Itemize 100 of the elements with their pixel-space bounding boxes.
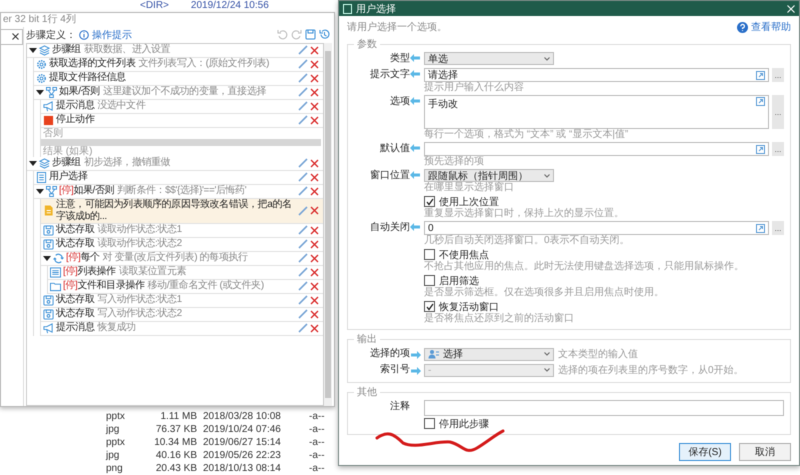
pencil-icon[interactable]: [298, 323, 308, 334]
scrollbar[interactable]: [324, 42, 332, 406]
delete-icon[interactable]: [310, 74, 319, 83]
pencil-icon[interactable]: [298, 172, 308, 182]
step-row[interactable]: 提示消息 恢复成功: [41, 322, 323, 336]
expand-arrow-icon[interactable]: [29, 46, 37, 54]
pencil-icon[interactable]: [298, 309, 308, 320]
checkbox[interactable]: [424, 301, 435, 312]
expand-icon[interactable]: [756, 224, 765, 232]
pencil-icon[interactable]: [298, 158, 308, 168]
delete-icon[interactable]: [310, 282, 319, 291]
dropdown[interactable]: 选择: [424, 348, 554, 360]
expand-icon[interactable]: [756, 97, 765, 106]
checkbox[interactable]: [424, 275, 435, 286]
arrow-left-icon: [410, 144, 421, 152]
pencil-icon[interactable]: [298, 267, 308, 278]
expand-arrow-icon[interactable]: [36, 187, 44, 196]
delete-icon[interactable]: [310, 88, 319, 97]
pencil-icon[interactable]: [298, 281, 308, 292]
step-row[interactable]: [停]列表操作 读取某位置元素: [48, 266, 323, 280]
step-title: 获取选择的文件列表: [49, 58, 136, 70]
step-row[interactable]: [停]如果/否则 判断条件：$$'{选择}'=='后悔药': [34, 184, 323, 199]
browse-button[interactable]: ...: [772, 68, 784, 82]
step-row[interactable]: 状态存取 读取动作状态:状态1: [41, 224, 323, 238]
delete-icon[interactable]: [310, 60, 319, 69]
expand-arrow-icon[interactable]: [43, 254, 51, 262]
step-row[interactable]: [停]文件和目录操作 移动/重命名文件 (或文件夹): [48, 280, 323, 294]
checkbox[interactable]: [424, 196, 435, 207]
delete-icon[interactable]: [310, 46, 319, 55]
pencil-icon[interactable]: [298, 253, 308, 264]
file-attributes: -a--: [309, 436, 326, 449]
pencil-icon[interactable]: [298, 115, 308, 126]
expand-arrow-icon[interactable]: [29, 159, 37, 168]
document-icon: [43, 205, 54, 216]
pencil-icon[interactable]: [298, 101, 308, 112]
delete-icon[interactable]: [310, 116, 319, 125]
pencil-icon[interactable]: [298, 73, 308, 84]
delete-icon[interactable]: [310, 172, 319, 182]
delete-icon[interactable]: [310, 268, 319, 277]
step-row[interactable]: 用户选择: [34, 170, 323, 185]
delete-icon[interactable]: [310, 296, 319, 305]
step-row[interactable]: 步骤组 获取数据、进入设置: [27, 44, 323, 58]
delete-icon[interactable]: [310, 324, 319, 333]
text-area[interactable]: 手动改: [424, 95, 769, 129]
expand-icon[interactable]: [756, 70, 765, 80]
step-row[interactable]: 步骤组 初步选择，撤销重做: [27, 156, 323, 171]
delete-icon[interactable]: [310, 310, 319, 319]
hint-link[interactable]: 操作提示: [92, 28, 132, 42]
input-field[interactable]: [424, 142, 769, 156]
step-row[interactable]: [停]每个 对 变量(改后文件列表) 的每项执行: [41, 252, 323, 266]
dialog-button[interactable]: 取消: [739, 443, 791, 461]
dropdown[interactable]: 单选: [424, 52, 554, 65]
step-row[interactable]: 提示消息 没选中文件: [41, 100, 323, 114]
close-icon[interactable]: [787, 4, 795, 12]
expand-arrow-icon[interactable]: [36, 88, 44, 96]
note-row[interactable]: 注意，可能因为列表顺序的原因导致改名错误，把a的名字该成b的...: [41, 198, 323, 224]
clear-icon[interactable]: [12, 33, 19, 40]
comment-field[interactable]: [424, 400, 784, 416]
pencil-icon[interactable]: [298, 225, 308, 236]
dropdown[interactable]: 跟随鼠标（指针周围）: [424, 169, 554, 182]
delete-icon[interactable]: [310, 186, 319, 196]
search-field[interactable]: [1, 28, 23, 45]
step-row[interactable]: 获取选择的文件列表 文件列表写入：(原始文件列表): [34, 58, 323, 72]
browse-button[interactable]: ...: [772, 142, 784, 156]
step-title: 状态存取: [56, 238, 94, 250]
step-title: 用户选择: [49, 171, 88, 182]
pencil-icon[interactable]: [298, 45, 308, 56]
checkbox[interactable]: [424, 418, 435, 429]
history-icon[interactable]: [319, 29, 330, 40]
pencil-icon[interactable]: [298, 186, 308, 196]
expand-icon[interactable]: [756, 144, 765, 154]
step-row[interactable]: 如果/否则 这里建议加个不成功的变量，直接选择: [34, 86, 323, 100]
pencil-icon[interactable]: [298, 295, 308, 306]
delete-icon[interactable]: [310, 158, 319, 168]
browse-button[interactable]: ...: [772, 95, 784, 129]
input-field[interactable]: 0: [424, 221, 769, 235]
help-link[interactable]: 查看帮助: [751, 20, 791, 34]
step-row[interactable]: 状态存取 写入动作状态:状态1: [41, 294, 323, 308]
save-icon[interactable]: [305, 29, 316, 40]
delete-icon[interactable]: [310, 102, 319, 111]
browse-button[interactable]: ...: [772, 221, 784, 235]
checkbox[interactable]: [424, 249, 435, 260]
delete-icon[interactable]: [310, 206, 319, 216]
help-icon[interactable]: [737, 22, 748, 32]
dialog-button[interactable]: 保存(S): [679, 443, 731, 461]
input-field[interactable]: 请选择: [424, 68, 769, 82]
field-label: 自动关闭: [369, 221, 410, 235]
step-row[interactable]: 停止动作: [41, 114, 323, 128]
file-size: 76.37 KB: [154, 423, 197, 436]
delete-icon[interactable]: [310, 240, 319, 249]
delete-icon[interactable]: [310, 226, 319, 235]
pencil-icon[interactable]: [298, 239, 308, 250]
step-row[interactable]: 状态存取 写入动作状态:状态2: [41, 308, 323, 322]
step-title: 提示消息: [56, 322, 94, 334]
pencil-icon[interactable]: [298, 87, 308, 98]
delete-icon[interactable]: [310, 254, 319, 263]
layers-icon: [39, 158, 50, 169]
step-row[interactable]: 状态存取 读取动作状态:状态2: [41, 238, 323, 252]
step-row[interactable]: 提取文件路径信息: [34, 72, 323, 86]
pencil-icon[interactable]: [298, 59, 308, 70]
